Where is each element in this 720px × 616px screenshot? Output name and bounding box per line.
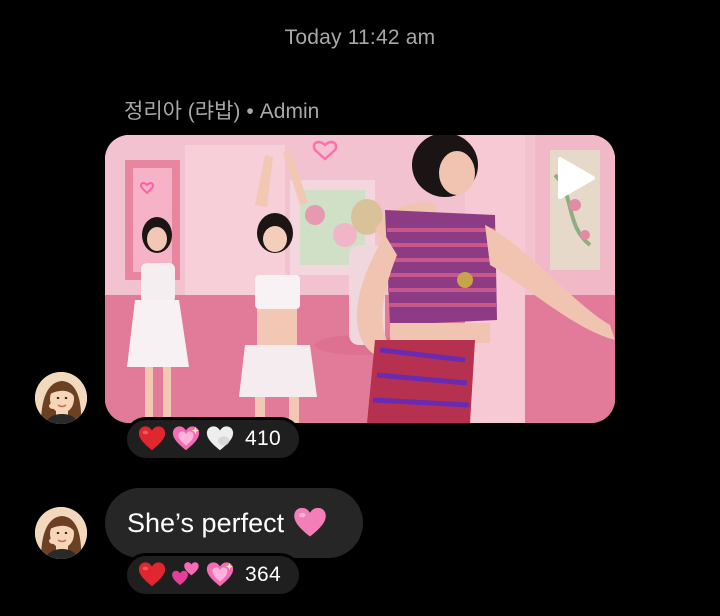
reactions-bar[interactable]: 410 — [124, 417, 302, 461]
video-attachment[interactable] — [105, 135, 615, 423]
two-hearts-emoji — [172, 562, 199, 586]
message-text: She’s perfect — [127, 507, 285, 538]
avatar[interactable] — [35, 507, 87, 559]
avatar-image — [35, 372, 87, 424]
avatar[interactable] — [35, 372, 87, 424]
sender-separator: • — [246, 100, 254, 123]
video-thumbnail — [105, 135, 615, 423]
red-heart-emoji — [138, 426, 166, 451]
thread-timestamp: Today 11:42 am — [284, 26, 436, 49]
reactions-bar[interactable]: 364 — [124, 553, 302, 597]
sparkling-heart-emoji — [172, 426, 200, 451]
avatar-image — [35, 507, 87, 559]
sender-name: 정리아 (랴밥) — [124, 100, 241, 123]
message-bubble[interactable]: She’s perfect — [105, 488, 363, 558]
reaction-count: 410 — [245, 427, 281, 450]
white-heart-emoji — [206, 426, 234, 451]
red-heart-emoji — [138, 562, 166, 587]
sparkling-heart-emoji — [206, 562, 234, 587]
play-icon[interactable] — [556, 156, 596, 200]
sender-role: Admin — [259, 100, 320, 123]
pink-heart-emoji — [294, 507, 326, 537]
message-sender[interactable]: 정리아 (랴밥) • Admin — [124, 95, 319, 125]
reaction-count: 364 — [245, 563, 281, 586]
